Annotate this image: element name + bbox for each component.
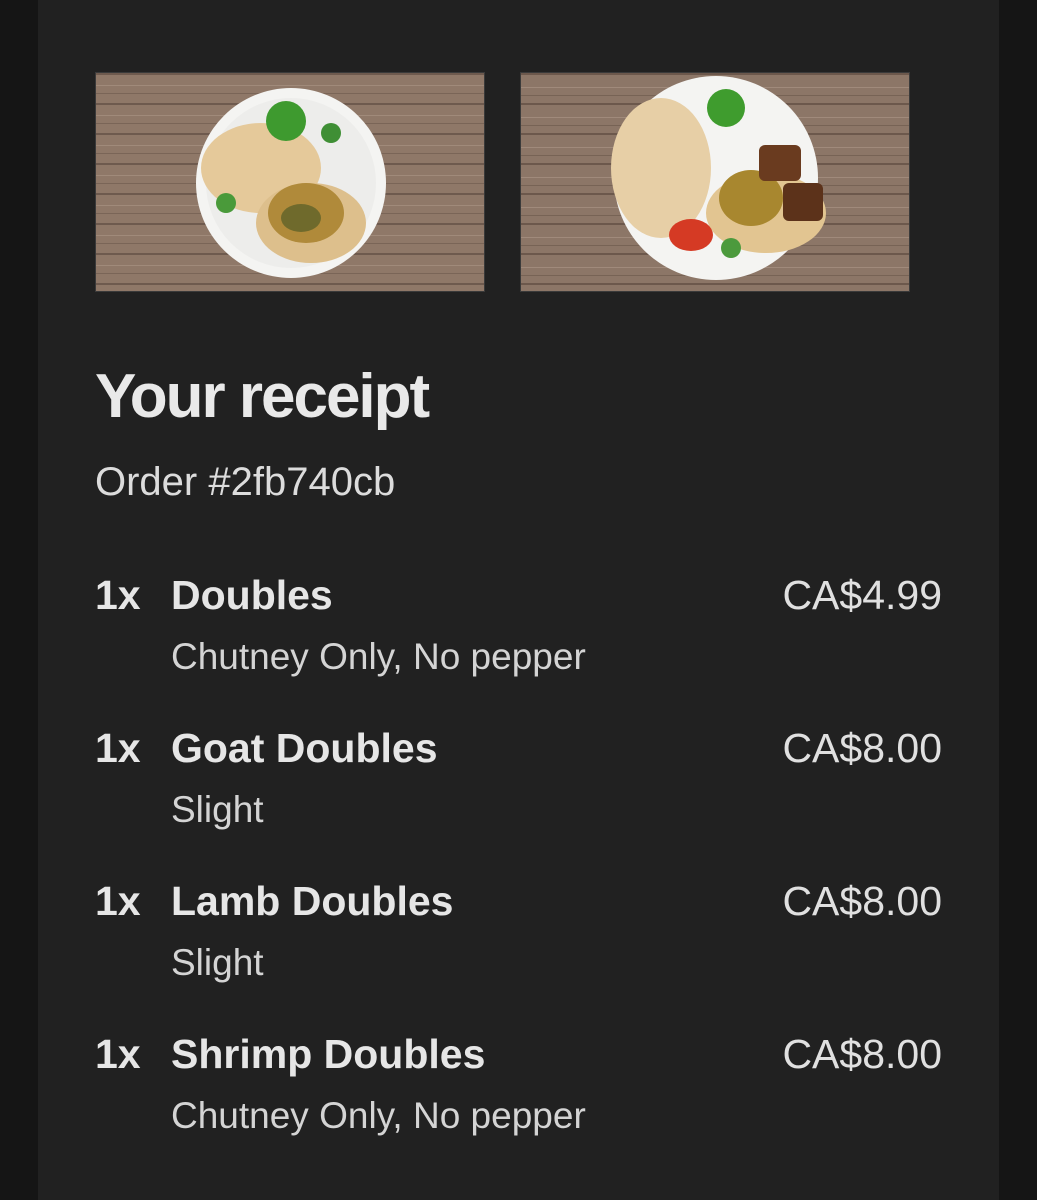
item-price: CA$8.00	[782, 725, 942, 771]
item-name: Goat Doubles	[171, 725, 438, 771]
food-photo-doubles-plate	[95, 72, 485, 292]
item-quantity: 1x	[95, 572, 141, 618]
receipt-items-list: 1x Doubles CA$4.99 Chutney Only, No pepp…	[95, 572, 942, 1184]
order-number: Order #2fb740cb	[95, 460, 396, 504]
item-modifiers: Slight	[171, 789, 264, 830]
item-quantity: 1x	[95, 725, 141, 771]
food-photo-doubles-with-meat-plate	[520, 72, 910, 292]
item-modifiers: Chutney Only, No pepper	[171, 636, 586, 677]
item-modifiers: Slight	[171, 942, 264, 983]
item-name: Lamb Doubles	[171, 878, 454, 924]
item-name: Shrimp Doubles	[171, 1031, 486, 1077]
list-item: 1x Shrimp Doubles CA$8.00 Chutney Only, …	[95, 1031, 942, 1184]
list-item: 1x Doubles CA$4.99 Chutney Only, No pepp…	[95, 572, 942, 725]
doubles-plate-image	[96, 73, 484, 291]
receipt-page: Your receipt Order #2fb740cb 1x Doubles …	[38, 0, 999, 1200]
item-quantity: 1x	[95, 878, 141, 924]
item-quantity: 1x	[95, 1031, 141, 1077]
item-price: CA$8.00	[782, 1031, 942, 1077]
item-price: CA$4.99	[782, 572, 942, 618]
left-gutter	[0, 0, 38, 1200]
item-modifiers: Chutney Only, No pepper	[171, 1095, 586, 1136]
item-name: Doubles	[171, 572, 333, 618]
doubles-meat-plate-image	[521, 73, 909, 291]
list-item: 1x Goat Doubles CA$8.00 Slight	[95, 725, 942, 878]
right-gutter	[999, 0, 1037, 1200]
list-item: 1x Lamb Doubles CA$8.00 Slight	[95, 878, 942, 1031]
item-price: CA$8.00	[782, 878, 942, 924]
receipt-title: Your receipt	[95, 362, 430, 431]
